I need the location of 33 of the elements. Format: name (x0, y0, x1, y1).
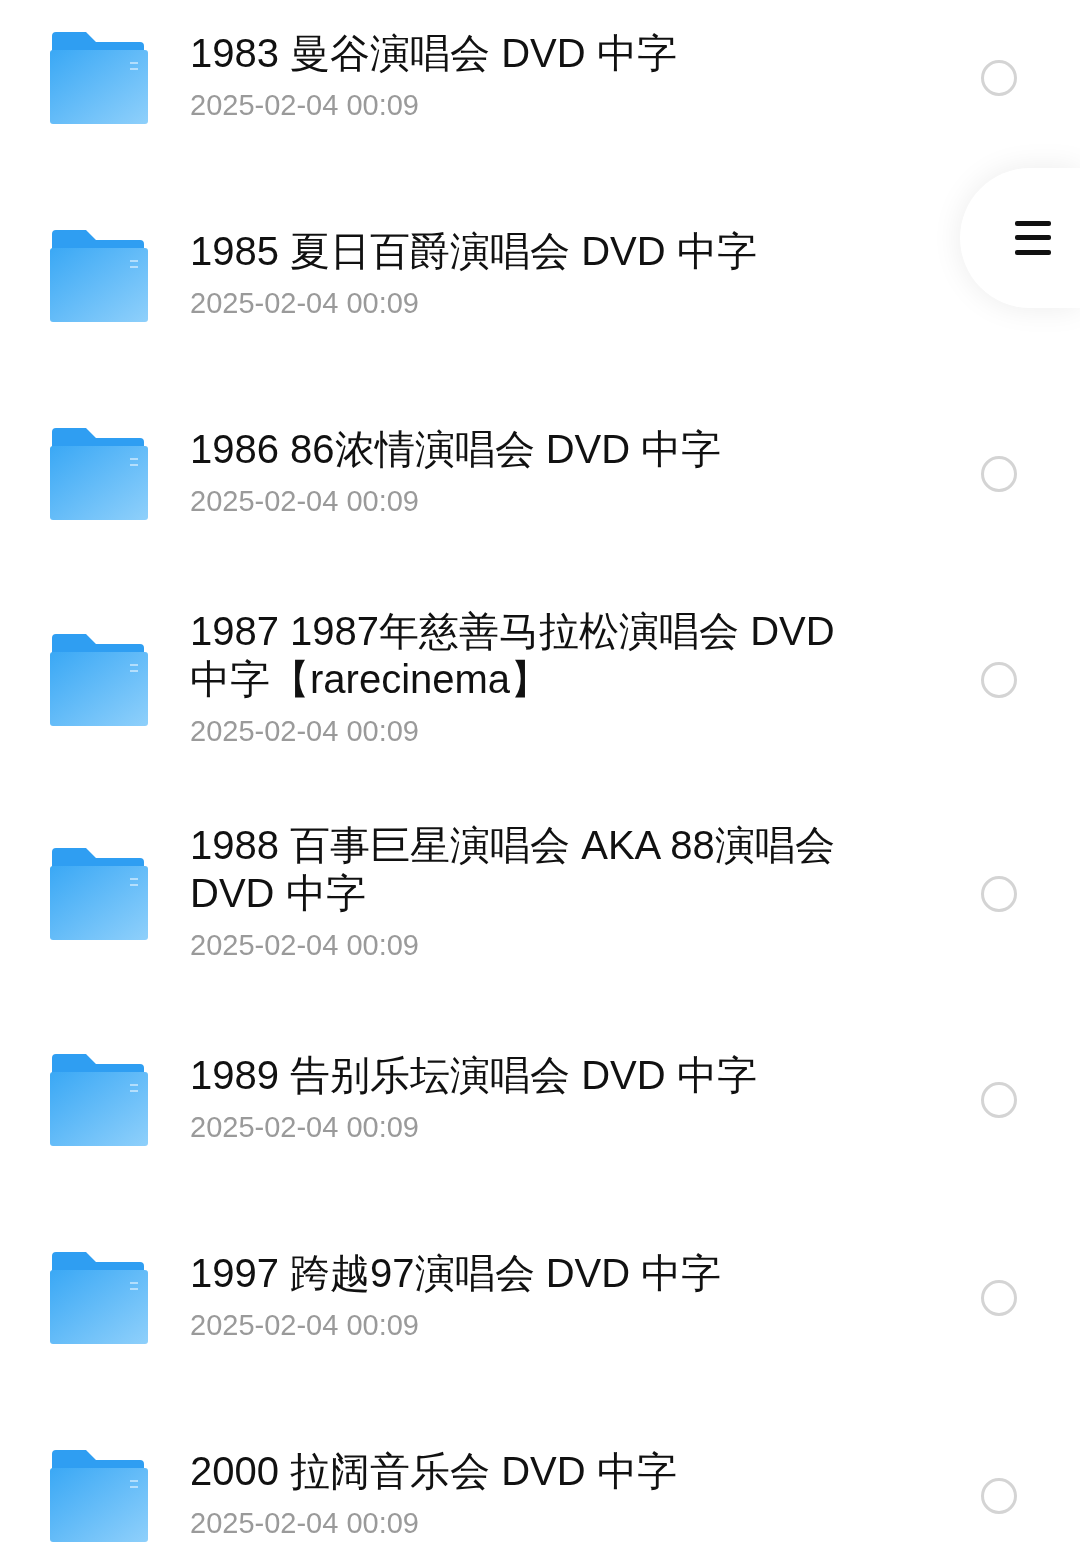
folder-name: 1985 夏日百爵演唱会 DVD 中字 (190, 228, 758, 275)
folder-name: 1983 曼谷演唱会 DVD 中字 (190, 30, 678, 77)
menu-button[interactable] (960, 168, 1080, 308)
modified-date: 2025-02-04 00:09 (190, 286, 420, 321)
radio-button[interactable] (981, 1478, 1017, 1514)
folder-icon (50, 1252, 148, 1344)
folder-name: 2000 拉阔音乐会 DVD 中字 (190, 1448, 678, 1495)
radio-button[interactable] (981, 1280, 1017, 1316)
folder-name: 1987 1987年慈善马拉松演唱会 DVD 中字【rarecinema】 (190, 608, 836, 703)
modified-date: 2025-02-04 00:09 (190, 1506, 420, 1541)
radio-button[interactable] (981, 876, 1017, 912)
folder-icon (50, 848, 148, 940)
folder-icon (50, 1450, 148, 1542)
modified-date: 2025-02-04 00:09 (190, 928, 420, 963)
folder-name: 1997 跨越97演唱会 DVD 中字 (190, 1250, 723, 1297)
folder-icon (50, 1054, 148, 1146)
menu-icon (1015, 221, 1051, 255)
radio-button[interactable] (981, 456, 1017, 492)
radio-button[interactable] (981, 662, 1017, 698)
modified-date: 2025-02-04 00:09 (190, 484, 420, 519)
modified-date: 2025-02-04 00:09 (190, 1308, 420, 1343)
modified-date: 2025-02-04 00:09 (190, 88, 420, 123)
folder-icon (50, 32, 148, 124)
folder-name: 1988 百事巨星演唱会 AKA 88演唱会 DVD 中字 (190, 822, 836, 917)
folder-name: 1986 86浓情演唱会 DVD 中字 (190, 426, 723, 473)
radio-button[interactable] (981, 1082, 1017, 1118)
folder-icon (50, 634, 148, 726)
folder-icon (50, 230, 148, 322)
folder-icon (50, 428, 148, 520)
folder-name: 1989 告别乐坛演唱会 DVD 中字 (190, 1052, 758, 1099)
modified-date: 2025-02-04 00:09 (190, 714, 420, 749)
radio-button[interactable] (981, 60, 1017, 96)
modified-date: 2025-02-04 00:09 (190, 1110, 420, 1145)
